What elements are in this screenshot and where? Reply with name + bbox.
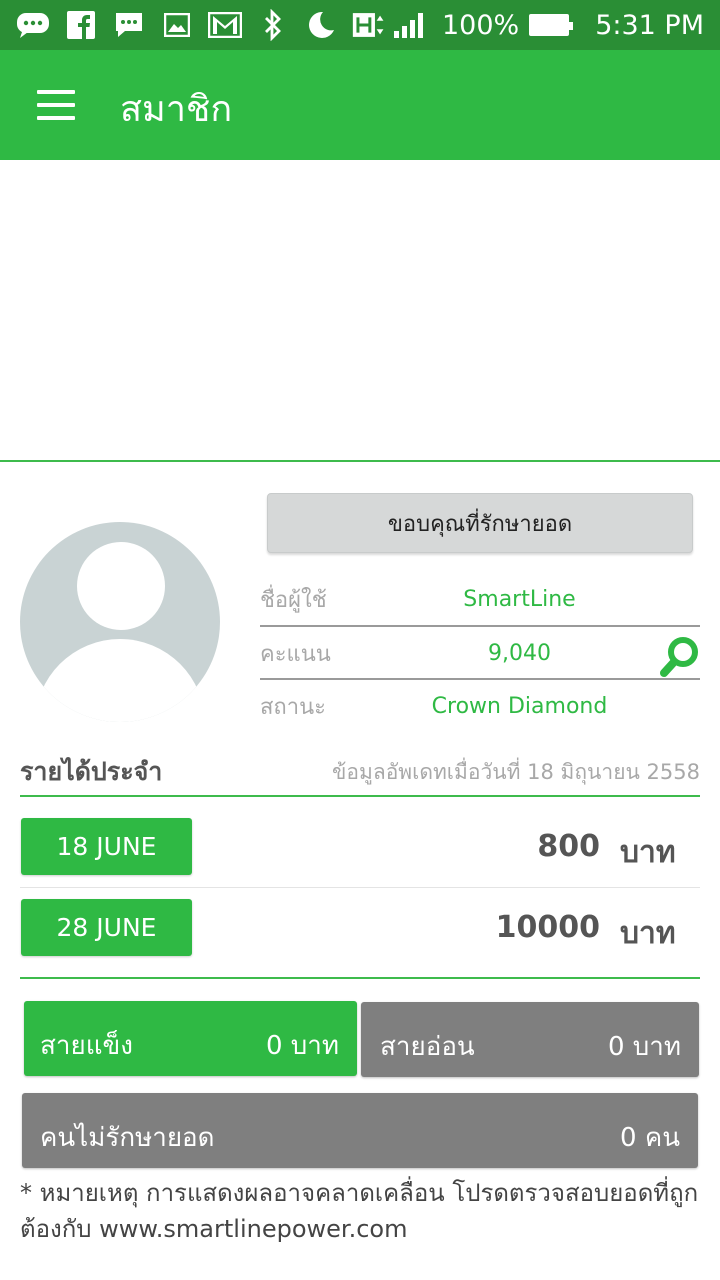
notification-icons (16, 9, 386, 41)
update-note: ข้อมูลอัพเดทเมื่อวันที่ 18 มิถุนายน 2558 (332, 760, 700, 784)
strong-line-tile[interactable]: สายแข็ง 0 บาท (24, 1001, 357, 1076)
message-icon (112, 10, 146, 40)
income-amount: 10000 (495, 910, 600, 945)
footnote: * หมายเหตุ การแสดงผลอาจคลาดเคลื่อน โปรดต… (20, 1179, 699, 1243)
app-bar: สมาชิก (0, 50, 720, 160)
income-section-title: รายได้ประจำ (20, 757, 163, 786)
date-button-28-june[interactable]: 28 JUNE (21, 899, 192, 956)
status-bar: 100% 5:31 PM (0, 0, 720, 50)
battery-icon (529, 14, 574, 36)
inactive-members-label: คนไม่รักษายอด (40, 1123, 215, 1153)
weak-line-label: สายอ่อน (380, 1032, 475, 1062)
points-value: 9,040 (488, 640, 551, 666)
date-button-18-june[interactable]: 18 JUNE (21, 818, 192, 875)
income-unit: บาท (620, 835, 676, 870)
weak-line-value: 0 บาท (607, 1032, 681, 1062)
status-row: สถานะ Crown Diamond (260, 680, 700, 732)
search-icon[interactable] (660, 636, 700, 678)
signal-icon (394, 12, 423, 38)
avatar (20, 522, 220, 722)
facebook-icon (64, 10, 98, 40)
clock: 5:31 PM (595, 9, 704, 41)
section-divider (20, 795, 700, 797)
banner-area (0, 160, 720, 460)
moon-icon (304, 10, 338, 40)
h-network-icon (352, 10, 386, 40)
image-icon (160, 10, 194, 40)
income-unit: บาท (620, 916, 676, 951)
inactive-members-tile[interactable]: คนไม่รักษายอด 0 คน (22, 1093, 698, 1168)
menu-icon[interactable] (37, 90, 75, 120)
income-amount: 800 (537, 829, 600, 864)
weak-line-tile[interactable]: สายอ่อน 0 บาท (361, 1002, 699, 1077)
status-value: Crown Diamond (431, 693, 608, 719)
inactive-members-value: 0 คน (620, 1123, 680, 1153)
username-row: ชื่อผู้ใช้ SmartLine (260, 573, 700, 625)
bluetooth-icon (256, 9, 290, 41)
gmail-icon (208, 10, 242, 40)
chat-bubble-icon (16, 10, 50, 40)
points-row: คะแนน 9,040 (260, 627, 700, 679)
strong-line-label: สายแข็ง (40, 1031, 133, 1061)
section-divider (20, 977, 700, 979)
thanks-button[interactable]: ขอบคุณที่รักษายอด (267, 493, 693, 553)
username-value: SmartLine (463, 586, 576, 612)
strong-line-value: 0 บาท (265, 1031, 339, 1061)
page-title: สมาชิก (120, 89, 233, 130)
battery-percentage: 100% (442, 9, 520, 41)
row-divider (20, 887, 700, 888)
banner-divider (0, 460, 720, 462)
